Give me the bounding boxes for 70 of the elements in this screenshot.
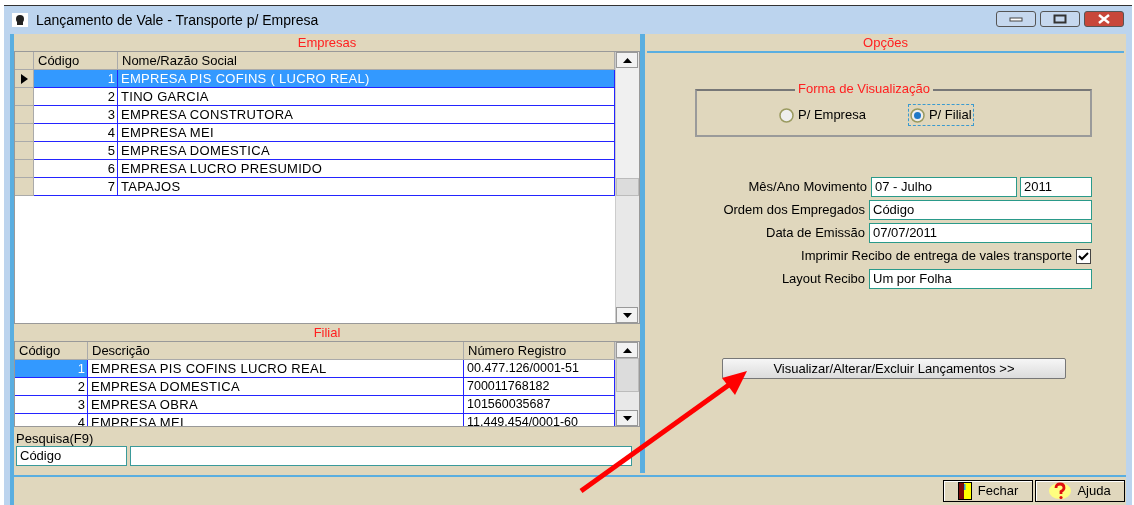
radio-option[interactable]: P/ Empresa	[777, 104, 868, 126]
scrollbar[interactable]	[615, 52, 639, 323]
input-field[interactable]: Código	[869, 200, 1092, 220]
column-header[interactable]: Número Registro	[464, 342, 615, 360]
field-label: Mês/Ano Movimento	[748, 178, 867, 197]
column-header[interactable]: Descrição	[88, 342, 464, 360]
field-label: Ordem dos Empregados	[723, 201, 865, 220]
input-field[interactable]: 07/07/2011	[869, 223, 1092, 243]
radio-button[interactable]	[779, 107, 794, 123]
table-cell: 1	[34, 70, 118, 88]
field-label: Data de Emissão	[766, 224, 865, 243]
table-cell: TINO GARCIA	[118, 88, 615, 106]
scroll-thumb[interactable]	[616, 178, 639, 196]
up-arrow-icon	[622, 57, 632, 63]
table-cell: 1	[15, 360, 88, 378]
scroll-up-button[interactable]	[616, 342, 638, 358]
down-arrow-icon	[622, 415, 632, 421]
year-field[interactable]: 2011	[1020, 177, 1092, 197]
table-cell: 4	[34, 124, 118, 142]
table-cell: EMPRESA DOMESTICA	[88, 378, 464, 396]
search-input[interactable]	[130, 446, 632, 466]
table-cell: 6	[34, 160, 118, 178]
close-button[interactable]	[1084, 11, 1124, 27]
minimize-button[interactable]	[996, 11, 1036, 27]
help-button[interactable]: Ajuda	[1035, 480, 1125, 502]
table-cell: 2	[15, 378, 88, 396]
search-label: Pesquisa(F9)	[15, 430, 94, 446]
section-title: Opções	[647, 34, 1124, 53]
table-cell: EMPRESA MEI	[118, 124, 615, 142]
input-field[interactable]: Um por Folha	[869, 269, 1092, 289]
door-icon	[957, 482, 972, 500]
table-cell: EMPRESA OBRA	[88, 396, 464, 414]
table-cell: TAPAJOS	[118, 178, 615, 196]
table-cell: EMPRESA PIS COFINS ( LUCRO REAL)	[118, 70, 615, 88]
maximize-button[interactable]	[1040, 11, 1080, 27]
table-cell: EMPRESA LUCRO PRESUMIDO	[118, 160, 615, 178]
up-arrow-icon	[622, 347, 632, 353]
search-field-select[interactable]: Código	[16, 446, 127, 466]
field-label: Layout Recibo	[781, 270, 865, 289]
section-title: Empresas	[296, 34, 358, 51]
group-title: Forma de Visualização	[795, 81, 933, 97]
scroll-down-button[interactable]	[616, 410, 638, 426]
down-arrow-icon	[622, 312, 632, 318]
scroll-thumb[interactable]	[616, 358, 639, 392]
row-header[interactable]	[15, 70, 34, 88]
table-cell: 7	[34, 178, 118, 196]
radio-option[interactable]: P/ Filial	[907, 104, 974, 126]
app-icon	[12, 13, 28, 27]
minimize-icon	[1009, 16, 1023, 22]
table-cell: EMPRESA PIS COFINS LUCRO REAL	[88, 360, 464, 378]
question-mark-icon	[1049, 482, 1072, 500]
view-entries-button[interactable]: Visualizar/Alterar/Excluir Lançamentos >>	[722, 358, 1066, 379]
checkbox[interactable]	[1076, 248, 1091, 264]
table-cell: 5	[34, 142, 118, 160]
table-cell: 3	[15, 396, 88, 414]
scrollbar[interactable]	[615, 342, 639, 426]
table-cell: EMPRESA CONSTRUTORA	[118, 106, 615, 124]
maximize-icon	[1053, 14, 1067, 24]
scroll-down-button[interactable]	[616, 307, 638, 323]
table-cell: 3	[34, 106, 118, 124]
close-window-button[interactable]: Fechar	[943, 480, 1033, 502]
month-field[interactable]: 07 - Julho	[871, 177, 1017, 197]
window-title: Lançamento de Vale - Transporte p/ Empresa	[36, 10, 319, 30]
close-icon	[1097, 14, 1111, 24]
section-title: Filial	[312, 324, 342, 341]
field-label: Imprimir Recibo de entrega de vales transporte	[801, 247, 1072, 266]
table-cell: 2	[34, 88, 118, 106]
scroll-up-button[interactable]	[616, 52, 638, 68]
table-cell: EMPRESA DOMESTICA	[118, 142, 615, 160]
radio-button[interactable]	[909, 107, 925, 123]
